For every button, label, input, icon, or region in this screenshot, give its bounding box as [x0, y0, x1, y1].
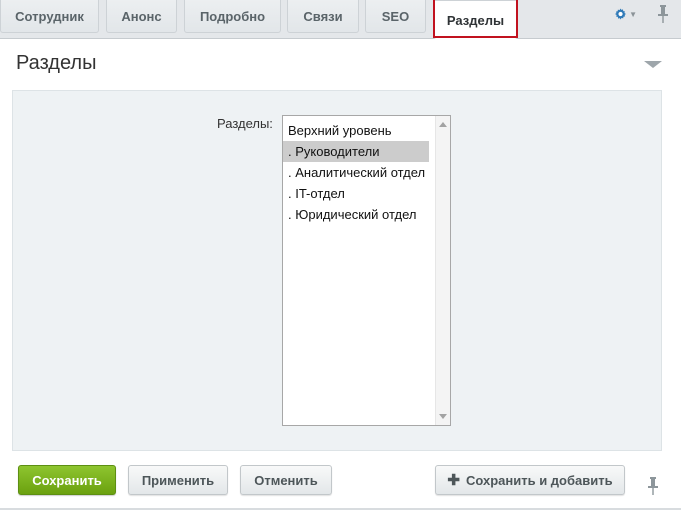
tab-employee[interactable]: Сотрудник — [0, 0, 99, 33]
chevron-down-icon: ▼ — [629, 9, 637, 19]
scroll-down-arrow-icon[interactable] — [439, 414, 447, 419]
settings-menu[interactable]: ▼ — [615, 5, 637, 23]
section-title: Разделы — [16, 52, 97, 74]
plus-icon: ✚ — [447, 472, 460, 489]
tab-announce[interactable]: Анонс — [106, 0, 177, 33]
apply-button[interactable]: Применить — [128, 465, 228, 495]
collapse-arrow-icon[interactable] — [644, 61, 662, 68]
list-option[interactable]: . IT-отдел — [283, 183, 429, 204]
tab-details[interactable]: Подробно — [184, 0, 281, 33]
scroll-up-arrow-icon[interactable] — [439, 122, 447, 127]
tab-seo[interactable]: SEO — [365, 0, 426, 33]
list-option[interactable]: . Юридический отдел — [283, 204, 429, 225]
list-scrollbar[interactable] — [435, 116, 450, 425]
sections-field-label: Разделы: — [217, 116, 273, 131]
cancel-button[interactable]: Отменить — [240, 465, 332, 495]
save-and-add-button[interactable]: ✚ Сохранить и добавить — [435, 465, 625, 495]
list-option[interactable]: . Аналитический отдел — [283, 162, 429, 183]
list-option-selected[interactable]: . Руководители — [283, 141, 429, 162]
pin-icon[interactable] — [646, 476, 660, 496]
sections-multiselect[interactable]: Верхний уровень . Руководители . Аналити… — [282, 115, 451, 426]
pin-icon[interactable] — [656, 4, 670, 24]
save-button[interactable]: Сохранить — [18, 465, 116, 495]
tab-sections[interactable]: Разделы — [433, 0, 518, 39]
save-and-add-label: Сохранить и добавить — [465, 472, 613, 488]
list-option[interactable]: Верхний уровень — [283, 120, 429, 141]
tab-links[interactable]: Связи — [287, 0, 359, 33]
gear-icon — [615, 8, 627, 20]
